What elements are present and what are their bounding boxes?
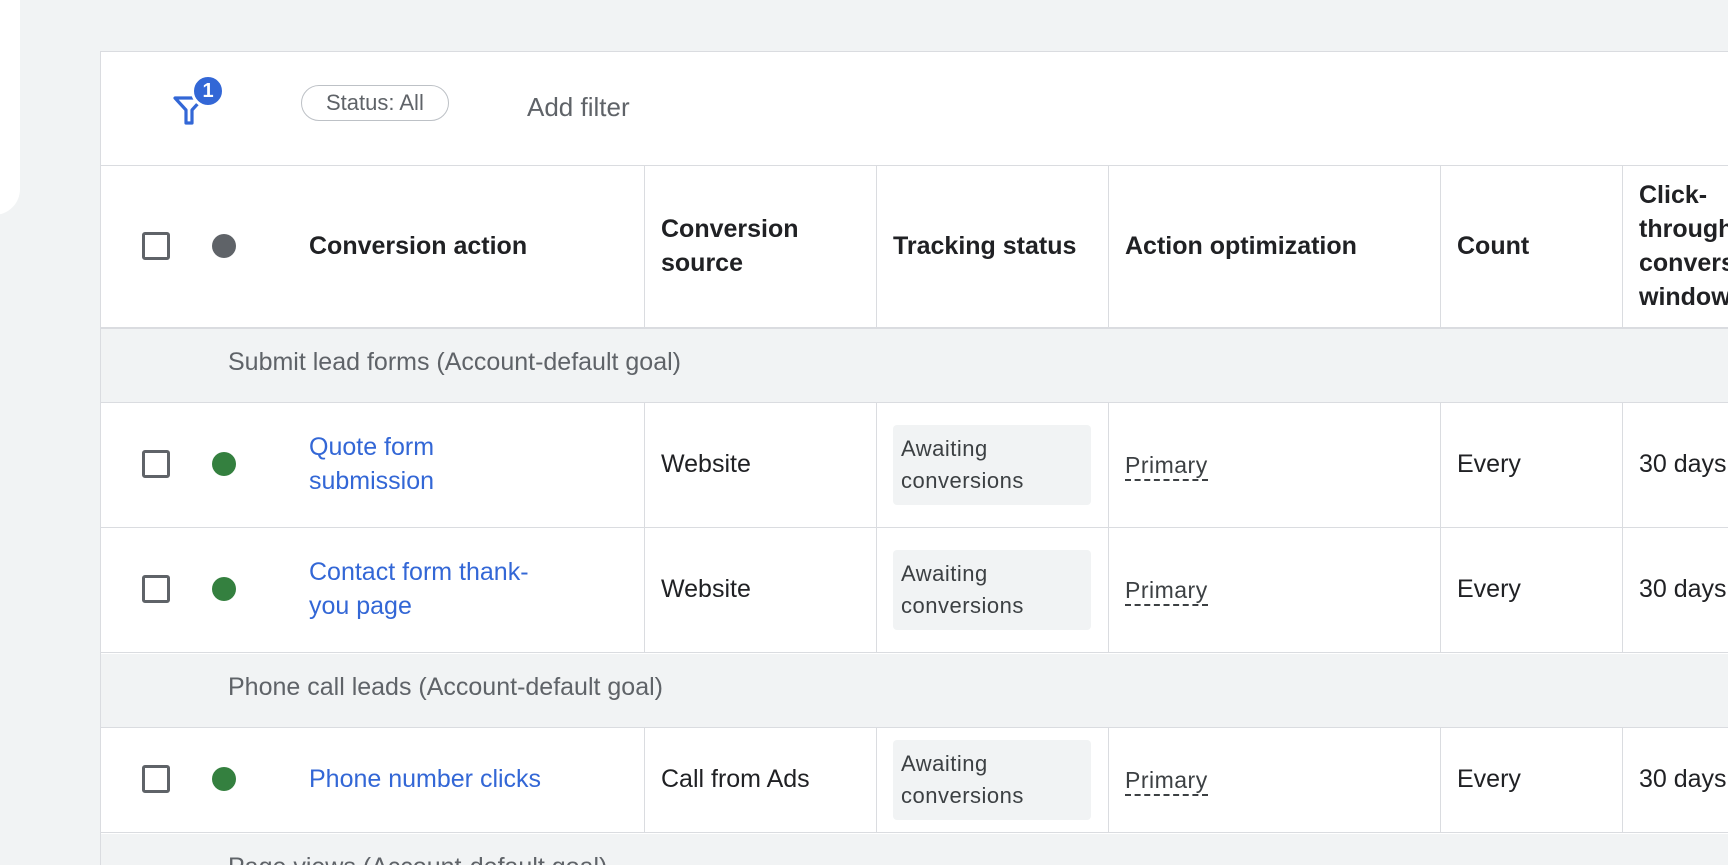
- goal-group-title: Page views (Account-default goal): [228, 853, 607, 865]
- tracking-status-badge: Awaiting conversions: [893, 740, 1091, 820]
- action-optimization-value[interactable]: Primary: [1125, 576, 1208, 606]
- column-header-count[interactable]: Count: [1457, 229, 1529, 263]
- goal-group-title: Phone call leads (Account-default goal): [228, 673, 663, 701]
- row-checkbox[interactable]: [142, 575, 170, 603]
- click-through-window-value: 30 days: [1639, 575, 1727, 603]
- click-through-window-value: 30 days: [1639, 765, 1727, 793]
- tracking-status-badge: Awaiting conversions: [893, 425, 1091, 505]
- column-header-conversion-source[interactable]: Conversion source: [661, 212, 799, 280]
- status-dot-icon[interactable]: [212, 234, 236, 258]
- click-through-window-value: 30 days: [1639, 450, 1727, 478]
- goal-group-header: Page views (Account-default goal): [101, 834, 1728, 865]
- column-header-click-through-window[interactable]: Click- through convers window: [1639, 178, 1728, 314]
- table-header: Conversion action Conversion source Trac…: [101, 166, 1728, 329]
- conversion-action-link[interactable]: Contact form thank- you page: [309, 555, 529, 623]
- column-header-action-optimization[interactable]: Action optimization: [1125, 229, 1357, 263]
- conversion-action-link[interactable]: Phone number clicks: [309, 762, 541, 796]
- tracking-status-badge: Awaiting conversions: [893, 550, 1091, 630]
- column-header-tracking-status[interactable]: Tracking status: [893, 229, 1076, 263]
- conversion-source: Website: [661, 450, 751, 478]
- conversions-table-panel: 1 Status: All Add filter Conversion acti…: [100, 51, 1728, 865]
- status-filter-chip[interactable]: Status: All: [301, 85, 449, 121]
- column-header-conversion-action[interactable]: Conversion action: [309, 229, 527, 263]
- action-optimization-value[interactable]: Primary: [1125, 451, 1208, 481]
- conversion-action-link[interactable]: Quote form submission: [309, 430, 434, 498]
- add-filter-button[interactable]: Add filter: [527, 92, 630, 122]
- row-checkbox[interactable]: [142, 450, 170, 478]
- side-card: [0, 0, 20, 215]
- select-all-checkbox[interactable]: [142, 232, 170, 260]
- filter-count-badge: 1: [191, 74, 225, 108]
- status-dot-icon[interactable]: [212, 452, 236, 476]
- goal-group-header: Phone call leads (Account-default goal): [101, 654, 1728, 728]
- row-checkbox[interactable]: [142, 765, 170, 793]
- conversion-source: Website: [661, 575, 751, 603]
- table-row: Contact form thank- you page Website Awa…: [101, 528, 1728, 653]
- count-value: Every: [1457, 765, 1521, 793]
- conversion-source: Call from Ads: [661, 765, 810, 793]
- status-dot-icon[interactable]: [212, 767, 236, 791]
- action-optimization-value[interactable]: Primary: [1125, 766, 1208, 796]
- filter-bar: 1 Status: All Add filter: [101, 52, 1728, 166]
- table-row: Phone number clicks Call from Ads Awaiti…: [101, 728, 1728, 833]
- status-dot-icon[interactable]: [212, 577, 236, 601]
- table-row: Quote form submission Website Awaiting c…: [101, 403, 1728, 528]
- count-value: Every: [1457, 450, 1521, 478]
- goal-group-title: Submit lead forms (Account-default goal): [228, 348, 681, 376]
- goal-group-header: Submit lead forms (Account-default goal): [101, 329, 1728, 403]
- count-value: Every: [1457, 575, 1521, 603]
